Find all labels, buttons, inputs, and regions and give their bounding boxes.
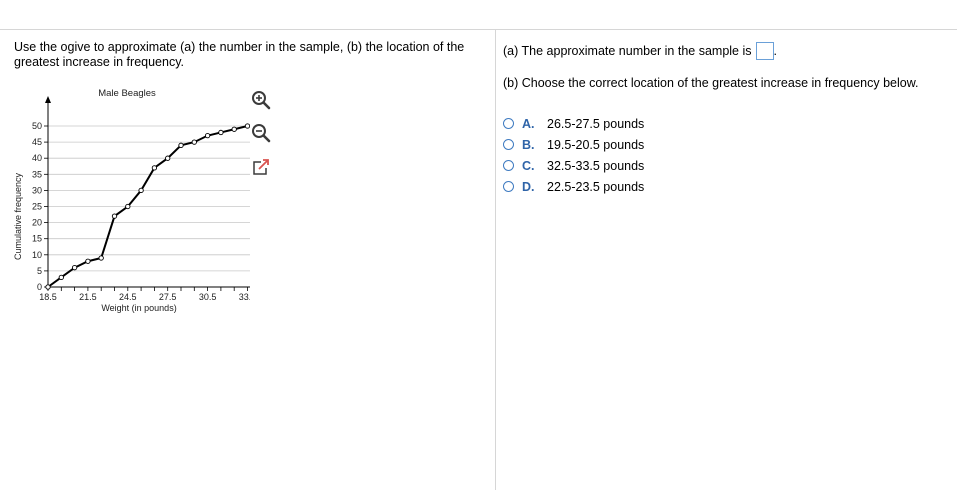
- y-tick-label: 0: [37, 282, 42, 292]
- y-tick-label: 5: [37, 266, 42, 276]
- x-tick-label: 18.5: [39, 292, 57, 302]
- option-text: 22.5-23.5 pounds: [547, 179, 645, 194]
- y-tick-label: 35: [32, 169, 42, 179]
- option-letter: A.: [522, 116, 535, 131]
- data-point: [218, 129, 224, 136]
- data-point: [231, 126, 237, 132]
- option-letter: C.: [522, 158, 535, 173]
- data-point: [191, 139, 197, 145]
- radio-icon[interactable]: [503, 160, 514, 171]
- answer-options: A. 26.5-27.5 pounds B. 19.5-20.5 pounds …: [503, 113, 644, 197]
- x-axis-label: Weight (in pounds): [101, 303, 176, 313]
- data-point: [165, 155, 171, 161]
- part-b-label: (b) Choose the correct location of the g…: [503, 76, 919, 90]
- option-c[interactable]: C. 32.5-33.5 pounds: [503, 155, 644, 176]
- radio-icon[interactable]: [503, 118, 514, 129]
- zoom-out-icon[interactable]: [250, 122, 272, 144]
- x-tick-label: 27.5: [159, 292, 177, 302]
- y-tick-label: 10: [32, 250, 42, 260]
- ogive-chart: Male Beagles 0 5 10 15 20 25 30 35 40 45 50 18.5 21.5…: [13, 88, 250, 313]
- data-point: [125, 203, 131, 210]
- option-letter: B.: [522, 137, 535, 152]
- data-point: [151, 165, 158, 171]
- top-divider: [0, 29, 957, 30]
- option-text: 32.5-33.5 pounds: [547, 158, 645, 173]
- radio-icon[interactable]: [503, 139, 514, 150]
- x-tick-label: 33.5: [239, 292, 250, 302]
- data-point: [204, 133, 211, 139]
- x-tick-label: 24.5: [119, 292, 137, 302]
- y-tick-label: 50: [32, 121, 42, 131]
- data-point: [178, 142, 184, 148]
- zoom-in-icon[interactable]: [250, 89, 272, 111]
- y-tick-label: 15: [32, 234, 42, 244]
- y-axis-arrow: [45, 96, 51, 103]
- answer-input-box[interactable]: [755, 42, 774, 60]
- y-tick-label: 40: [32, 153, 42, 163]
- x-tick-label: 30.5: [199, 292, 217, 302]
- pane-divider: [495, 30, 496, 490]
- y-tick-label: 45: [32, 137, 42, 147]
- x-tick-label: 21.5: [79, 292, 97, 302]
- part-a-question: (a) The approximate number in the sample…: [503, 42, 777, 60]
- y-tick-label: 25: [32, 202, 42, 212]
- part-a-label: (a) The approximate number in the sample…: [503, 44, 752, 58]
- part-a-period: .: [773, 44, 777, 58]
- data-point: [58, 274, 64, 280]
- chart-title: Male Beagles: [98, 88, 156, 99]
- data-point: [71, 265, 78, 271]
- data-point: [138, 187, 144, 194]
- option-text: 19.5-20.5 pounds: [547, 137, 645, 152]
- radio-icon[interactable]: [503, 181, 514, 192]
- data-point: [85, 258, 91, 264]
- data-point: [111, 213, 118, 219]
- option-a[interactable]: A. 26.5-27.5 pounds: [503, 113, 644, 134]
- y-axis-label: Cumulative frequency: [13, 172, 23, 260]
- data-point: [98, 255, 104, 261]
- option-b[interactable]: B. 19.5-20.5 pounds: [503, 134, 644, 155]
- y-tick-label: 20: [32, 218, 42, 228]
- option-d[interactable]: D. 22.5-23.5 pounds: [503, 176, 644, 197]
- question-text: Use the ogive to approximate (a) the num…: [14, 40, 465, 69]
- y-tick-label: 30: [32, 185, 42, 195]
- option-letter: D.: [522, 179, 535, 194]
- data-point: [45, 284, 51, 290]
- popout-icon[interactable]: [250, 157, 272, 179]
- option-text: 26.5-27.5 pounds: [547, 116, 645, 131]
